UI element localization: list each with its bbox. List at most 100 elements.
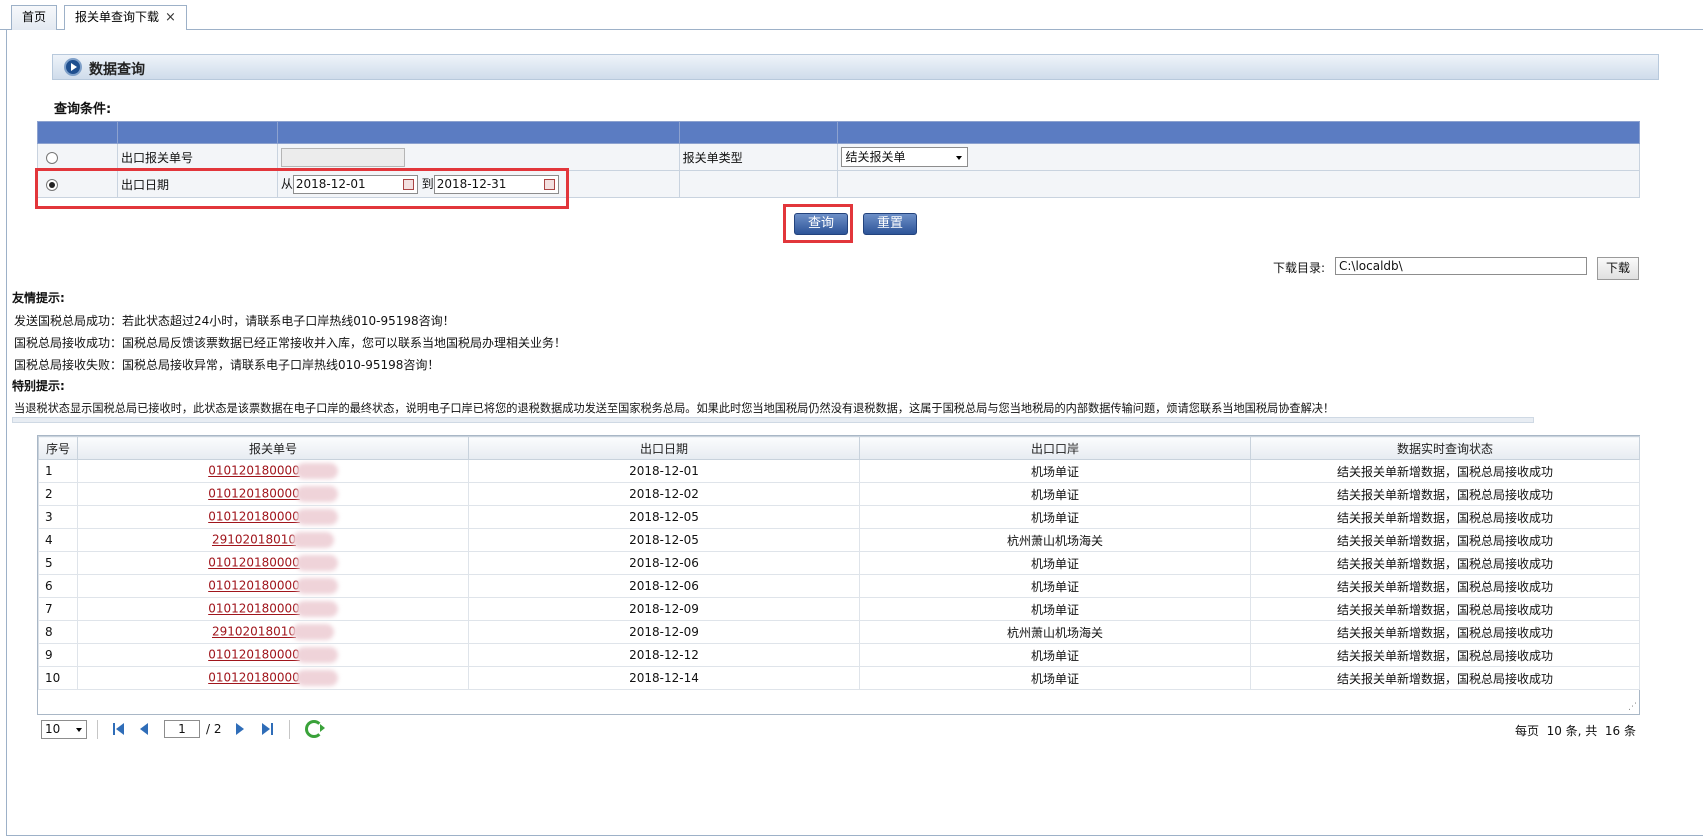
export-date-cell: 2018-12-12 [468,643,860,667]
column-header[interactable]: 出口日期 [468,436,860,460]
status-cell: 结关报关单新增数据，国税总局接收成功 [1250,482,1640,506]
chevron-down-icon [76,728,82,732]
table-row[interactable]: 3 010120180000 2018-12-05 机场单证 结关报关单新增数据，国税总… [38,505,1640,529]
export-date-label: 出口日期 [116,170,278,198]
declaration-no-link[interactable]: 010120180000 [208,648,300,662]
query-header-band [37,121,1640,144]
download-dir-label: 下载目录: [1273,261,1326,275]
declaration-type-label: 报关单类型 [678,143,839,171]
export-port-cell: 机场单证 [859,597,1251,621]
column-header[interactable]: 序号 [38,436,78,460]
column-header[interactable]: 出口口岸 [859,436,1251,460]
redacted-mask [295,647,338,663]
pager: 10 1 / 2 每页 10 条, 共 16 条 [37,719,1640,741]
declaration-no-input[interactable] [280,147,405,167]
status-cell: 结关报关单新增数据，国税总局接收成功 [1250,551,1640,575]
table-header-row: 序号 报关单号 出口日期 出口口岸 数据实时查询状态 [38,436,1640,460]
page-number-input[interactable]: 1 [164,720,200,738]
total-pages: / 2 [206,722,222,736]
section-title: 数据查询 [89,62,145,78]
tip-line: 国税总局接收成功：国税总局反馈该票数据已经正常接收并入库，您可以联系当地国税局办… [14,336,567,350]
section-header: 数据查询 [52,54,1659,80]
divider-bar [12,417,1534,423]
declaration-no-link[interactable]: 010120180000 [208,464,300,478]
search-button[interactable]: 查询 [794,213,848,235]
query-conditions-table: 出口报关单号 报关单类型 结关报关单 出口日期 从 2018-12-01 到 201… [37,121,1640,198]
resize-grip-icon[interactable]: ⋰ [1628,702,1637,712]
refresh-icon[interactable] [305,720,325,738]
status-cell: 结关报关单新增数据，国税总局接收成功 [1250,505,1640,529]
declaration-no-cell: 010120180000 [77,666,469,690]
declaration-no-link[interactable]: 010120180000 [208,671,300,685]
row-number: 7 [38,597,78,621]
arrow-circle-icon [64,58,82,76]
special-tip-text: 当退税状态显示国税总局已接收时，此状态是该票数据在电子口岸的最终状态，说明电子口… [14,402,1335,415]
date-to-input[interactable]: 2018-12-31 [433,174,559,194]
redacted-mask [295,601,338,617]
declaration-type-select[interactable]: 结关报关单 [841,147,969,167]
radio-declaration-no[interactable] [46,151,58,164]
pager-summary: 每页 10 条, 共 16 条 [1514,724,1636,738]
tab-declaration-download[interactable]: 报关单查询下载 × [64,5,187,31]
column-header[interactable]: 报关单号 [77,436,469,460]
declaration-no-cell: 010120180000 [77,505,469,529]
query-row-export-date: 出口日期 从 2018-12-01 到 2018-12-31 [37,170,1640,198]
last-page-icon[interactable] [262,723,274,736]
page-size-select[interactable]: 10 [41,720,87,739]
declaration-no-link[interactable]: 010120180000 [208,602,300,616]
export-port-cell: 机场单证 [859,666,1251,690]
row-number: 4 [38,528,78,552]
table-row[interactable]: 8 29102018010 2018-12-09 杭州萧山机场海关 结关报关单新增数据，… [38,620,1640,644]
calendar-icon[interactable] [543,178,555,190]
date-from-input[interactable]: 2018-12-01 [292,174,418,194]
export-port-cell: 机场单证 [859,505,1251,529]
radio-export-date[interactable] [46,178,58,191]
download-dir-input[interactable]: C:\localdb\ [1335,257,1587,275]
table-row[interactable]: 6 010120180000 2018-12-06 机场单证 结关报关单新增数据，国税总… [38,574,1640,598]
declaration-no-cell: 29102018010 [77,528,469,552]
export-port-cell: 机场单证 [859,551,1251,575]
from-label: 从 [280,176,293,191]
table-row[interactable]: 9 010120180000 2018-12-12 机场单证 结关报关单新增数据，国税总… [38,643,1640,667]
next-page-icon[interactable] [236,723,248,736]
tab-home[interactable]: 首页 [11,5,58,30]
status-cell: 结关报关单新增数据，国税总局接收成功 [1250,459,1640,483]
declaration-no-cell: 29102018010 [77,620,469,644]
declaration-no-cell: 010120180000 [77,459,469,483]
declaration-no-link[interactable]: 010120180000 [208,487,300,501]
redacted-mask [295,509,338,525]
declaration-no-link[interactable]: 010120180000 [208,556,300,570]
query-row-declaration-no: 出口报关单号 报关单类型 结关报关单 [37,143,1640,171]
table-row[interactable]: 4 29102018010 2018-12-05 杭州萧山机场海关 结关报关单新增数据，… [38,528,1640,552]
declaration-no-link[interactable]: 29102018010 [212,533,296,547]
prev-page-icon[interactable] [140,723,152,736]
calendar-icon[interactable] [402,178,414,190]
reset-button[interactable]: 重置 [863,213,917,235]
table-row[interactable]: 1 010120180000 2018-12-01 机场单证 结关报关单新增数据，国税总… [38,459,1640,483]
row-number: 3 [38,505,78,529]
declaration-no-link[interactable]: 010120180000 [208,579,300,593]
row-number: 8 [38,620,78,644]
export-date-cell: 2018-12-09 [468,597,860,621]
table-row[interactable]: 10 010120180000 2018-12-14 机场单证 结关报关单新增数据，国税… [38,666,1640,690]
export-port-cell: 机场单证 [859,643,1251,667]
row-number: 1 [38,459,78,483]
to-label: 到 [421,176,434,191]
download-button[interactable]: 下载 [1597,257,1639,280]
column-header[interactable]: 数据实时查询状态 [1250,436,1640,460]
export-date-cell: 2018-12-05 [468,505,860,529]
table-row[interactable]: 7 010120180000 2018-12-09 机场单证 结关报关单新增数据，国税总… [38,597,1640,621]
redacted-mask [295,670,338,686]
redacted-mask [295,463,338,479]
table-row[interactable]: 5 010120180000 2018-12-06 机场单证 结关报关单新增数据，国税总… [38,551,1640,575]
redacted-mask [291,624,334,640]
declaration-type-value: 结关报关单 [845,150,906,164]
export-port-cell: 机场单证 [859,574,1251,598]
close-icon[interactable]: × [165,10,176,25]
first-page-icon[interactable] [113,723,125,736]
status-cell: 结关报关单新增数据，国税总局接收成功 [1250,620,1640,644]
declaration-no-link[interactable]: 010120180000 [208,510,300,524]
results-table: 序号 报关单号 出口日期 出口口岸 数据实时查询状态 1 010120180000… [38,436,1640,690]
declaration-no-link[interactable]: 29102018010 [212,625,296,639]
table-row[interactable]: 2 010120180000 2018-12-02 机场单证 结关报关单新增数据，国税总… [38,482,1640,506]
